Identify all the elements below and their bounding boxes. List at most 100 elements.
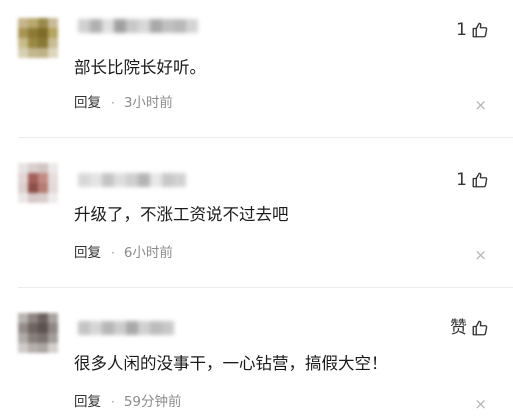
reply-button[interactable]: 回复 — [74, 244, 101, 262]
comment-meta: 回复 · 6小时前 — [74, 244, 173, 262]
avatar-pixel — [48, 183, 58, 193]
like-button[interactable]: 1 — [456, 170, 489, 190]
username-pixel — [126, 173, 138, 187]
avatar-pixel — [38, 173, 48, 183]
avatar-pixel — [28, 313, 38, 323]
divider — [18, 287, 513, 288]
divider — [18, 137, 513, 138]
avatar-pixel — [38, 343, 48, 353]
avatar-pixel — [28, 38, 38, 48]
username-pixel — [78, 19, 90, 33]
avatar-pixel — [48, 38, 58, 48]
like-count: 1 — [456, 170, 467, 190]
avatar-pixel — [18, 173, 28, 183]
avatar-pixel — [48, 18, 58, 28]
avatar-pixel — [48, 48, 58, 58]
username-pixel — [174, 173, 186, 187]
comment-text: 很多人闲的没事干，一心钻营，搞假大空！ — [74, 354, 388, 373]
reply-button[interactable]: 回复 — [74, 393, 101, 411]
username-pixel — [150, 321, 162, 335]
close-icon[interactable]: × — [474, 97, 487, 113]
avatar-pixel — [18, 163, 28, 173]
username-pixel — [186, 19, 198, 33]
avatar-pixel — [18, 343, 28, 353]
like-count: 赞 — [450, 318, 467, 338]
avatar-pixel — [38, 183, 48, 193]
thumbs-up-icon — [472, 320, 488, 336]
timestamp: 59分钟前 — [123, 394, 182, 410]
username-pixel — [78, 321, 90, 335]
like-button[interactable]: 赞 — [450, 318, 489, 338]
avatar-pixel — [48, 28, 58, 38]
avatar-pixel — [38, 163, 48, 173]
username-pixel — [138, 321, 150, 335]
username-pixel — [162, 173, 174, 187]
username-pixel — [150, 173, 162, 187]
username-pixel — [114, 321, 126, 335]
username-pixel — [114, 19, 126, 33]
like-button[interactable]: 1 — [456, 20, 489, 40]
username-pixel — [174, 19, 186, 33]
meta-separator: · — [111, 395, 115, 409]
username-pixel — [102, 173, 114, 187]
username-pixel — [78, 173, 90, 187]
comment-text: 升级了，不涨工资说不过去吧 — [74, 205, 289, 224]
username-pixel — [102, 19, 114, 33]
avatar[interactable] — [18, 313, 58, 353]
username-pixel — [90, 173, 102, 187]
avatar-pixel — [18, 193, 28, 203]
thumbs-up-icon — [472, 172, 488, 188]
username-pixel — [138, 19, 150, 33]
username-pixel — [90, 19, 102, 33]
avatar-pixel — [38, 48, 48, 58]
avatar-pixel — [38, 28, 48, 38]
comment-meta: 回复 · 3小时前 — [74, 94, 173, 112]
username-pixel — [150, 19, 162, 33]
avatar-pixel — [18, 48, 28, 58]
avatar-pixel — [48, 173, 58, 183]
avatar-pixel — [28, 343, 38, 353]
username-pixel — [162, 321, 174, 335]
avatar[interactable] — [18, 18, 58, 58]
avatar-pixel — [48, 163, 58, 173]
avatar-pixel — [28, 183, 38, 193]
avatar[interactable] — [18, 163, 58, 203]
avatar-pixel — [18, 28, 28, 38]
avatar-pixel — [38, 313, 48, 323]
reply-button[interactable]: 回复 — [74, 94, 101, 112]
close-icon[interactable]: × — [474, 396, 487, 412]
username-blurred[interactable] — [78, 321, 174, 335]
username-pixel — [162, 19, 174, 33]
avatar-pixel — [28, 193, 38, 203]
avatar-pixel — [28, 173, 38, 183]
username-blurred[interactable] — [78, 173, 186, 187]
username-pixel — [90, 321, 102, 335]
comment-meta: 回复 · 59分钟前 — [74, 393, 182, 411]
username-blurred[interactable] — [78, 19, 198, 33]
avatar-pixel — [28, 163, 38, 173]
avatar-pixel — [28, 18, 38, 28]
avatar-pixel — [28, 323, 38, 333]
avatar-pixel — [38, 323, 48, 333]
comment-text: 部长比院长好听。 — [74, 58, 206, 77]
avatar-pixel — [28, 333, 38, 343]
username-pixel — [114, 173, 126, 187]
avatar-pixel — [48, 323, 58, 333]
avatar-pixel — [38, 333, 48, 343]
avatar-pixel — [38, 38, 48, 48]
avatar-pixel — [28, 48, 38, 58]
username-pixel — [126, 321, 138, 335]
avatar-pixel — [38, 18, 48, 28]
timestamp: 3小时前 — [123, 95, 173, 111]
avatar-pixel — [18, 313, 28, 323]
meta-separator: · — [111, 96, 115, 110]
thumbs-up-icon — [472, 22, 488, 38]
like-count: 1 — [456, 20, 467, 40]
avatar-pixel — [48, 333, 58, 343]
close-icon[interactable]: × — [474, 247, 487, 263]
avatar-pixel — [18, 38, 28, 48]
avatar-pixel — [48, 193, 58, 203]
avatar-pixel — [18, 333, 28, 343]
username-pixel — [138, 173, 150, 187]
avatar-pixel — [38, 193, 48, 203]
